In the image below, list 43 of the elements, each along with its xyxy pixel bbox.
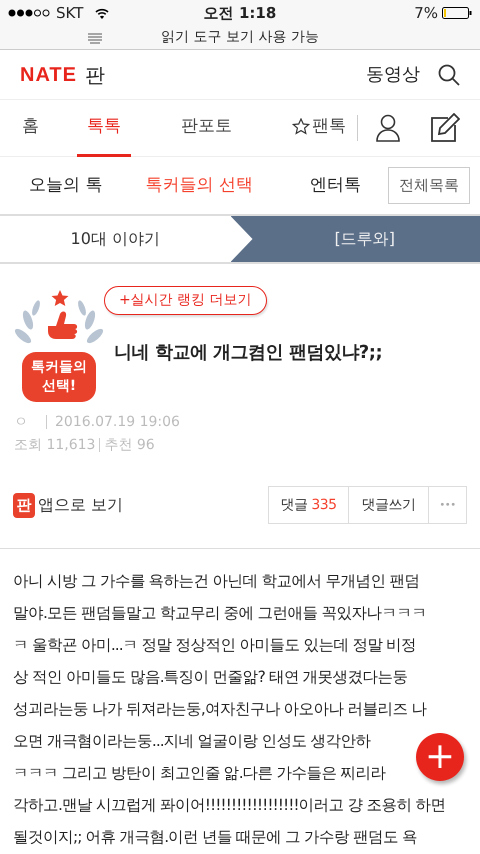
post-title: 니네 학교에 개그켬인 팬덤있냐?;;: [114, 341, 382, 365]
body-text-line: 될것이지;; 어휴 개극혐.이런 년들 때문에 그 가수랑 팬덤도 욕: [13, 827, 417, 848]
video-link[interactable]: 동영상: [366, 61, 420, 88]
breadcrumb-item[interactable]: [드루와]: [230, 216, 480, 262]
comments-button[interactable]: 댓글 335: [268, 486, 349, 524]
battery-icon: [442, 7, 472, 19]
body-text-line: 상 적인 아미들도 많음.특징이 먼줄앎? 태연 개못생겼다는둥: [13, 667, 408, 688]
sub-tab[interactable]: 톡커들의 선택: [145, 172, 253, 198]
nav-tab[interactable]: 판포토: [181, 100, 232, 156]
reader-icon[interactable]: [88, 33, 102, 44]
author-name: ㅇ: [14, 413, 28, 432]
recommend-count: 추천 96: [104, 436, 155, 455]
wifi-icon: [95, 8, 110, 18]
choice-badge: 톡커들의 선택!: [14, 286, 104, 402]
signal-icon: [8, 9, 52, 17]
person-icon[interactable]: [376, 114, 400, 142]
nav-tab[interactable]: 홈: [22, 100, 39, 156]
sub-tab[interactable]: 오늘의 톡: [29, 172, 102, 198]
body-text-line: 말야.모든 팬덤들말고 학교무리 중에 그런애들 꼭있자나ㅋㅋㅋ: [13, 603, 427, 624]
all-list-button[interactable]: 전체목록: [388, 167, 470, 204]
logo-suffix[interactable]: 판: [84, 60, 105, 90]
body-text-line: 각하고.맨날 시끄럽게 퐈이어!!!!!!!!!!!!!!!!!!이러고 걍 조용히 하면: [13, 795, 446, 816]
app-view-link[interactable]: 판 앱으로 보기: [13, 492, 124, 518]
nav-tab[interactable]: 톡톡: [77, 100, 131, 156]
post-date: 2016.07.19 19:06: [55, 413, 180, 432]
add-button[interactable]: +: [416, 733, 464, 781]
write-comment-button[interactable]: 댓글쓰기: [349, 486, 429, 524]
carrier-name: SKT: [56, 2, 84, 24]
search-icon[interactable]: [438, 64, 460, 86]
views-count: 조회 11,613: [14, 436, 96, 455]
logo[interactable]: NATE: [20, 60, 77, 90]
status-time: 오전 1:18: [204, 2, 276, 24]
edit-icon[interactable]: [430, 113, 460, 143]
app-icon: 판: [13, 492, 35, 518]
nav-tab[interactable]: 팬톡: [292, 100, 346, 156]
body-text-line: 오면 개극혐이라는둥...지네 얼굴이랑 인성도 생각안하: [13, 731, 370, 752]
body-text-line: 아니 시방 그 가수를 욕하는건 아닌데 학교에서 무개념인 팬덤: [13, 571, 420, 592]
body-text-line: ㅋ 울학굔 아미...ㅋ 정말 정상적인 아미들도 있는데 정말 비정: [13, 635, 416, 656]
sub-tab[interactable]: 엔터톡: [310, 172, 361, 198]
body-text-line: 성괴라는둥 나가 뒤져라는둥,여자친구나 아오아나 러블리즈 나: [13, 699, 427, 720]
body-text-line: ㅋㅋㅋ 그리고 방탄이 최고인줄 앎.다른 가수들은 찌리라: [13, 763, 386, 784]
battery-percent: 7%: [414, 2, 438, 24]
ranking-button[interactable]: +실시간 랭킹 더보기: [104, 286, 267, 315]
